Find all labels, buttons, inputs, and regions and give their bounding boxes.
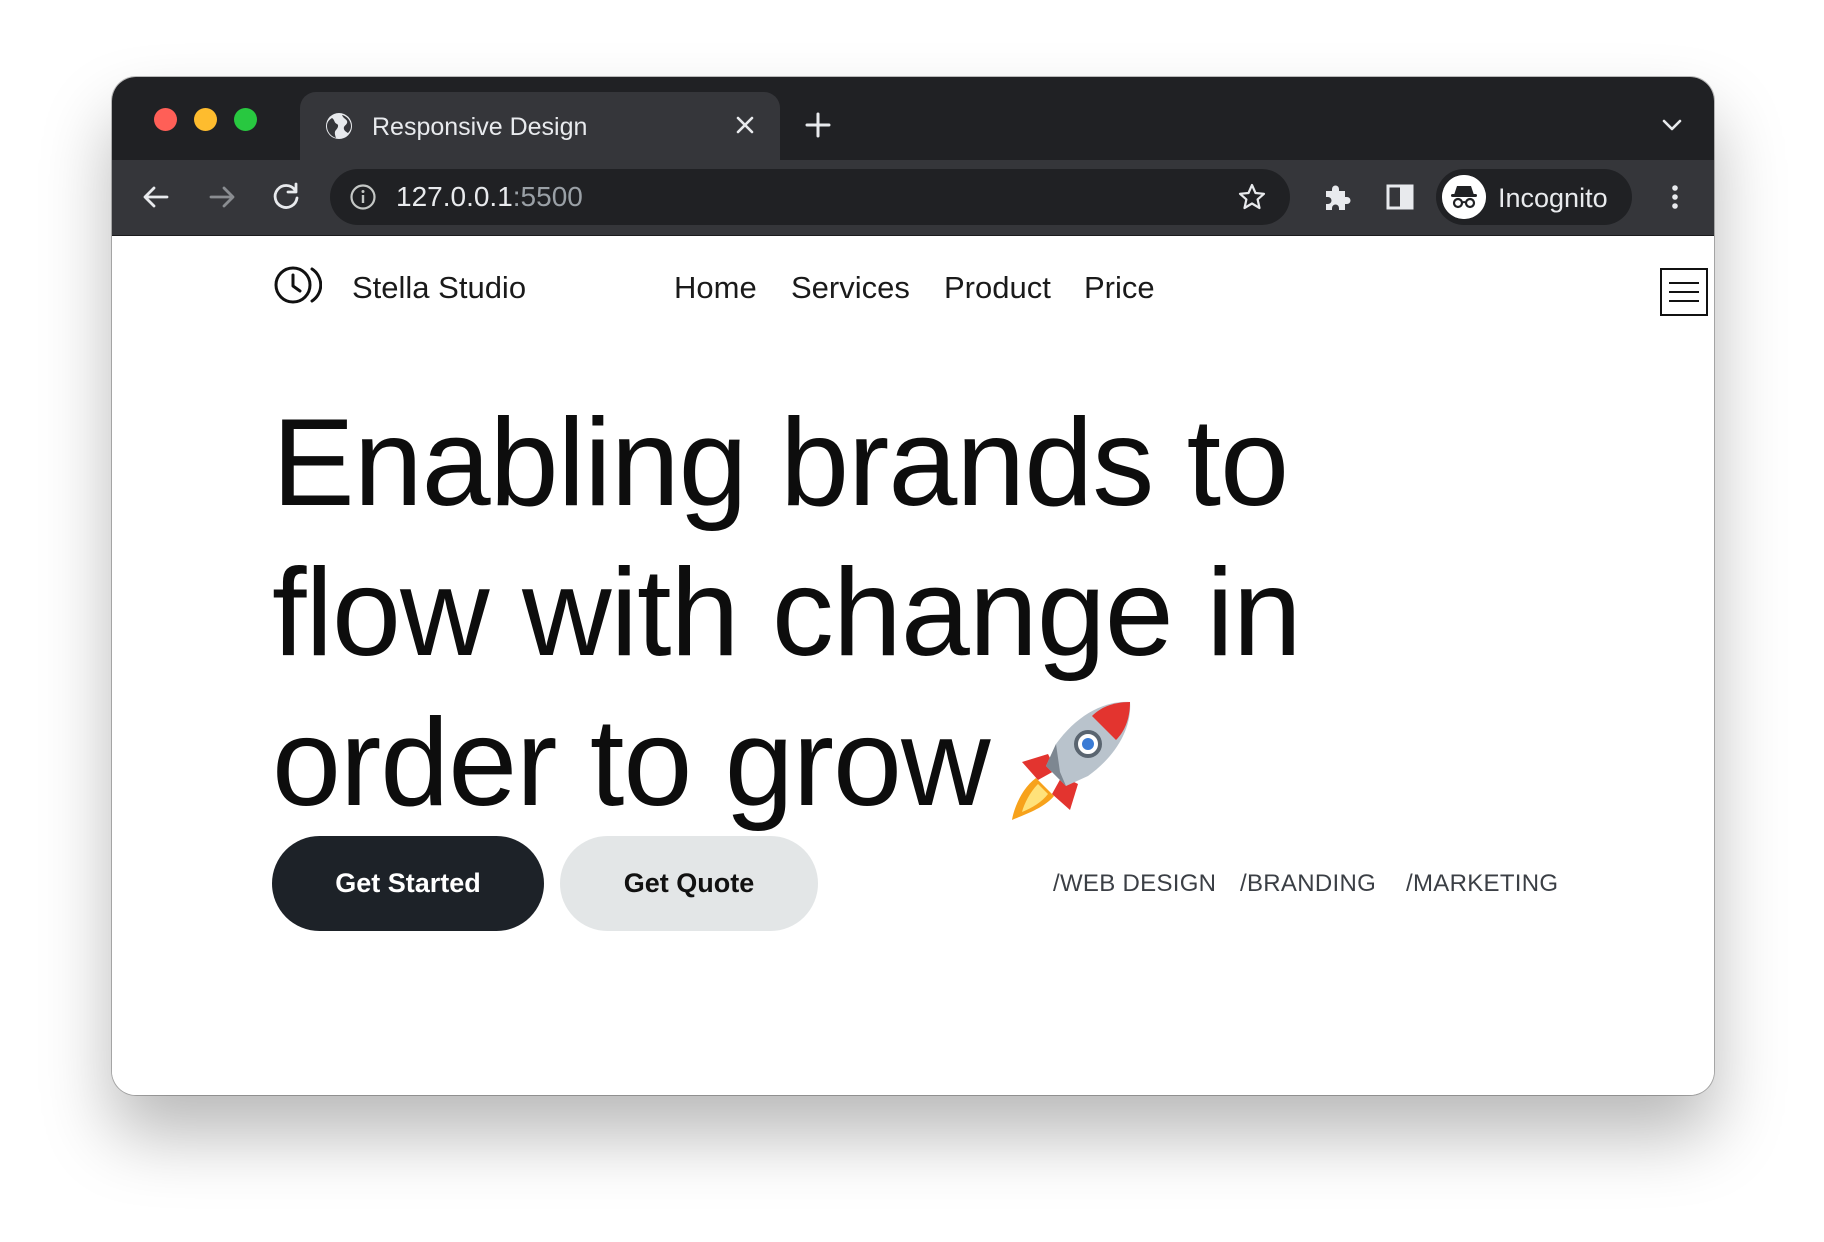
tag-branding[interactable]: /BRANDING [1240, 869, 1376, 899]
maximize-window-button[interactable] [234, 108, 257, 131]
nav-link-services[interactable]: Services [791, 270, 910, 306]
more-vertical-icon[interactable] [1658, 180, 1692, 214]
hamburger-line [1669, 282, 1699, 284]
hero-line-3: order to grow [272, 688, 1512, 838]
hero-line-1: Enabling brands to [272, 394, 1289, 532]
arrow-left-icon[interactable] [138, 179, 174, 215]
globe-icon [326, 113, 352, 139]
incognito-icon [1442, 175, 1486, 219]
reload-icon[interactable] [268, 179, 304, 215]
rocket-icon [1011, 702, 1130, 821]
profile-button[interactable]: Incognito [1436, 169, 1632, 225]
desktop-background: Responsive Design 127.0.0.1:5500 Incogni… [0, 0, 1824, 1242]
tab-title: Responsive Design [372, 113, 588, 141]
side-panel-icon[interactable] [1382, 179, 1418, 215]
active-tab[interactable]: Responsive Design [300, 92, 780, 160]
browser-window: Responsive Design 127.0.0.1:5500 Incogni… [112, 77, 1714, 1095]
hamburger-menu-button[interactable] [1660, 268, 1708, 316]
star-icon[interactable] [1236, 181, 1268, 213]
minimize-window-button[interactable] [194, 108, 217, 131]
get-quote-button[interactable]: Get Quote [560, 836, 818, 931]
nav-link-product[interactable]: Product [944, 270, 1051, 306]
hamburger-line [1669, 300, 1699, 302]
tag-marketing[interactable]: /MARKETING [1406, 869, 1558, 899]
brand-name[interactable]: Stella Studio [352, 270, 526, 306]
address-bar[interactable]: 127.0.0.1:5500 [330, 169, 1290, 225]
close-window-button[interactable] [154, 108, 177, 131]
chevron-down-icon[interactable] [1660, 113, 1684, 137]
info-icon[interactable] [348, 182, 378, 212]
plus-icon[interactable] [802, 109, 834, 141]
hero-line-3-text: order to grow [272, 694, 991, 832]
puzzle-icon[interactable] [1318, 179, 1354, 215]
hero-headline: Enabling brands to flow with change in o… [272, 388, 1512, 838]
url-text[interactable]: 127.0.0.1:5500 [396, 182, 583, 212]
nav-link-home[interactable]: Home [674, 270, 757, 306]
hero-line-2: flow with change in [272, 544, 1302, 682]
url-port: :5500 [512, 181, 583, 212]
nav-link-price[interactable]: Price [1084, 270, 1155, 306]
close-icon[interactable] [728, 108, 762, 142]
url-host: 127.0.0.1 [396, 181, 513, 212]
tab-strip: Responsive Design [112, 77, 1714, 160]
arrow-right-icon[interactable] [204, 179, 240, 215]
tag-web-design[interactable]: /WEB DESIGN [1053, 869, 1216, 899]
get-started-button[interactable]: Get Started [272, 836, 544, 931]
clock-logo-icon[interactable] [272, 264, 322, 306]
site-navbar: Stella Studio Home Services Product Pric… [272, 236, 1708, 336]
hamburger-line [1669, 291, 1699, 293]
profile-label: Incognito [1498, 183, 1608, 213]
web-page: Stella Studio Home Services Product Pric… [112, 236, 1714, 1095]
browser-toolbar: 127.0.0.1:5500 Incognito [112, 160, 1714, 236]
